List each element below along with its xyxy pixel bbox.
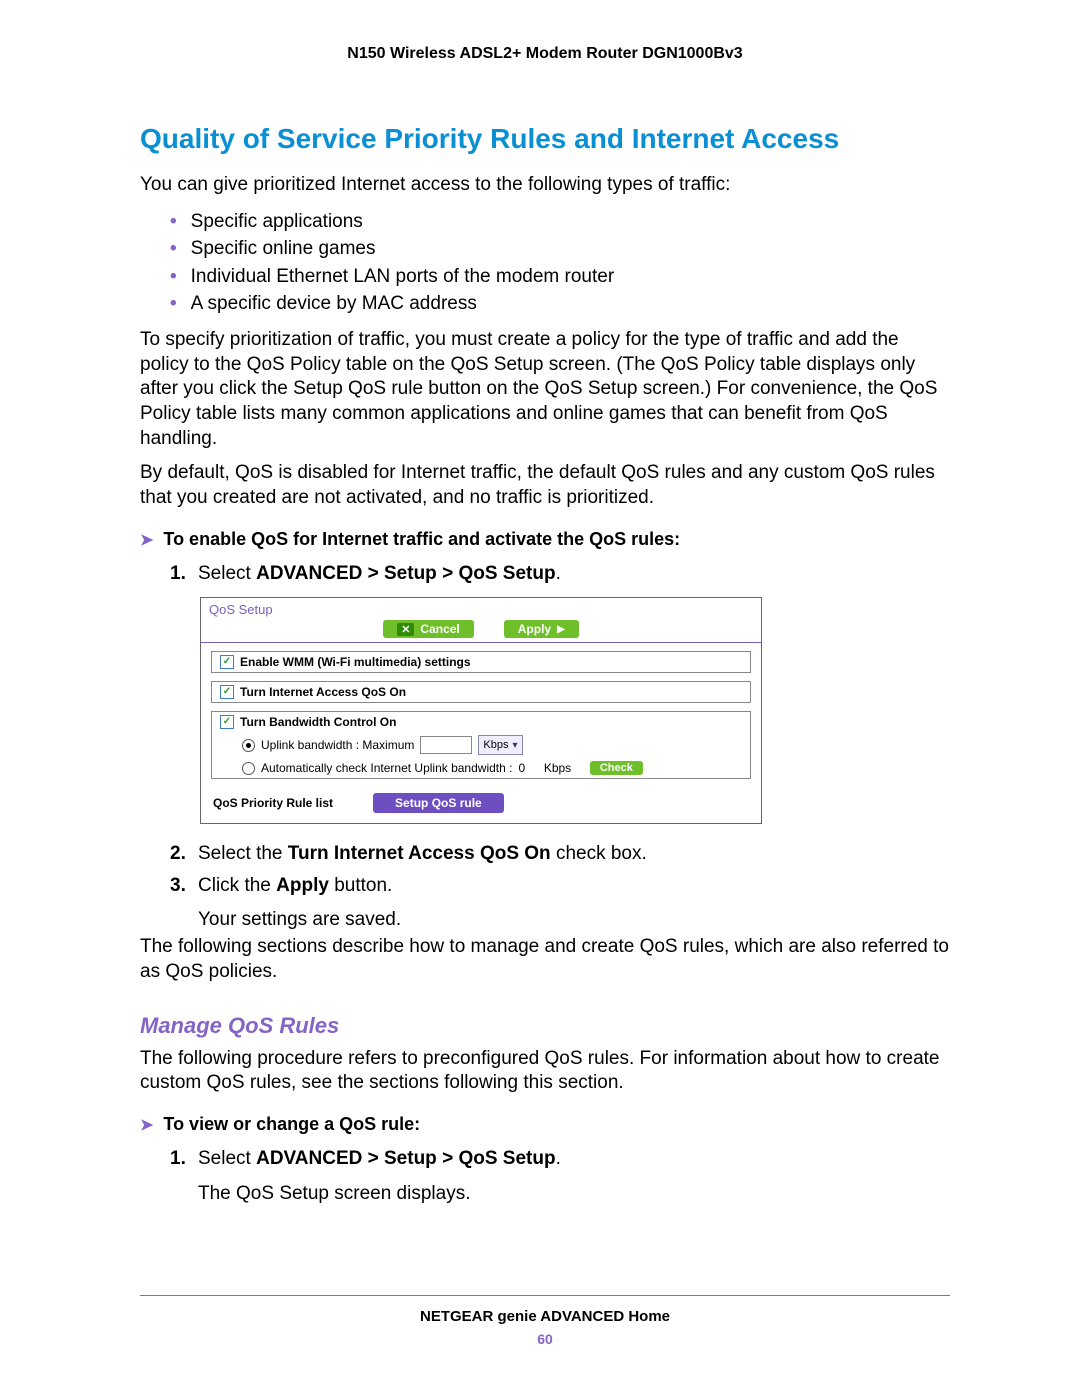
body-para: By default, QoS is disabled for Internet… <box>140 461 950 510</box>
uplink-unit-select[interactable]: Kbps ▾ <box>478 735 522 755</box>
figure-toolbar: ✕ Cancel Apply ▶ <box>209 620 753 642</box>
list-item: A specific device by MAC address <box>170 290 950 318</box>
step: Select ADVANCED > Setup > QoS Setup. <box>170 1145 950 1173</box>
footer-divider <box>140 1295 950 1296</box>
setup-qos-rule-button[interactable]: Setup QoS rule <box>373 793 504 813</box>
page-number: 60 <box>140 1331 950 1347</box>
check-button[interactable]: Check <box>590 761 643 775</box>
cancel-button[interactable]: ✕ Cancel <box>383 620 474 638</box>
uplink-radio[interactable] <box>242 739 255 752</box>
internet-qos-checkbox[interactable]: ✓ <box>220 685 234 699</box>
body-para: The following procedure refers to precon… <box>140 1047 950 1096</box>
step-text: Select <box>198 563 256 584</box>
arrow-icon: ➤ <box>140 1117 153 1134</box>
uplink-label: Uplink bandwidth : Maximum <box>261 738 414 752</box>
chevron-right-icon: ▶ <box>557 624 565 635</box>
procedure-steps-cont: Select the Turn Internet Access QoS On c… <box>170 840 950 899</box>
step-text: . <box>556 1148 561 1169</box>
step: Select the Turn Internet Access QoS On c… <box>170 840 950 868</box>
step-substep: Your settings are saved. <box>198 909 950 931</box>
step-text: button. <box>329 875 392 896</box>
list-item: Specific applications <box>170 208 950 236</box>
procedure-heading: ➤ To enable QoS for Internet traffic and … <box>140 529 950 550</box>
procedure-title: To enable QoS for Internet traffic and a… <box>163 529 680 549</box>
list-item: Specific online games <box>170 235 950 263</box>
doc-header: N150 Wireless ADSL2+ Modem Router DGN100… <box>140 45 950 63</box>
step-bold: ADVANCED > Setup > QoS Setup <box>256 1148 555 1169</box>
procedure-steps: Select ADVANCED > Setup > QoS Setup. <box>170 560 950 588</box>
chevron-down-icon: ▾ <box>512 740 517 751</box>
cancel-label: Cancel <box>420 622 459 636</box>
qos-setup-figure: QoS Setup ✕ Cancel Apply ▶ ✓ Enable WMM … <box>200 597 762 824</box>
step-text: . <box>556 563 561 584</box>
internet-qos-label: Turn Internet Access QoS On <box>240 685 406 699</box>
section-heading: Manage QoS Rules <box>140 1013 950 1039</box>
uplink-input[interactable] <box>420 736 472 754</box>
procedure-title: To view or change a QoS rule: <box>163 1114 420 1134</box>
arrow-icon: ➤ <box>140 532 153 549</box>
figure-bottom-row: QoS Priority Rule list Setup QoS rule <box>201 787 761 823</box>
rule-list-label: QoS Priority Rule list <box>213 796 333 810</box>
procedure-heading: ➤ To view or change a QoS rule: <box>140 1114 950 1135</box>
bw-control-label: Turn Bandwidth Control On <box>240 715 396 729</box>
bandwidth-section: ✓ Turn Bandwidth Control On Uplink bandw… <box>211 711 751 779</box>
page-footer: NETGEAR genie ADVANCED Home 60 <box>140 1295 950 1347</box>
bw-control-checkbox[interactable]: ✓ <box>220 715 234 729</box>
auto-label: Automatically check Internet Uplink band… <box>261 761 512 775</box>
step-text: Click the <box>198 875 276 896</box>
wmm-checkbox[interactable]: ✓ <box>220 655 234 669</box>
traffic-types-list: Specific applications Specific online ga… <box>170 208 950 318</box>
list-item: Individual Ethernet LAN ports of the mod… <box>170 263 950 291</box>
footer-title: NETGEAR genie ADVANCED Home <box>140 1308 950 1325</box>
step-substep: The QoS Setup screen displays. <box>198 1183 950 1205</box>
auto-unit: Kbps <box>544 761 571 775</box>
step-bold: ADVANCED > Setup > QoS Setup <box>256 563 555 584</box>
step: Click the Apply button. <box>170 872 950 900</box>
step-text: check box. <box>551 843 647 864</box>
step-bold: Turn Internet Access QoS On <box>288 843 551 864</box>
procedure-steps: Select ADVANCED > Setup > QoS Setup. <box>170 1145 950 1173</box>
apply-label: Apply <box>518 622 551 636</box>
auto-value: 0 <box>518 761 525 775</box>
internet-qos-section: ✓ Turn Internet Access QoS On <box>211 681 751 703</box>
step-text: Select the <box>198 843 288 864</box>
figure-titlebar: QoS Setup ✕ Cancel Apply ▶ <box>201 598 761 643</box>
wmm-label: Enable WMM (Wi-Fi multimedia) settings <box>240 655 471 669</box>
wmm-section: ✓ Enable WMM (Wi-Fi multimedia) settings <box>211 651 751 673</box>
figure-title: QoS Setup <box>209 602 753 620</box>
body-para: The following sections describe how to m… <box>140 935 950 984</box>
body-para: To specify prioritization of traffic, yo… <box>140 328 950 451</box>
apply-button[interactable]: Apply ▶ <box>504 620 579 638</box>
step-bold: Apply <box>276 875 329 896</box>
step-text: Select <box>198 1148 256 1169</box>
auto-radio[interactable] <box>242 762 255 775</box>
intro-para: You can give prioritized Internet access… <box>140 173 950 198</box>
step: Select ADVANCED > Setup > QoS Setup. <box>170 560 950 588</box>
page-title: Quality of Service Priority Rules and In… <box>140 123 950 155</box>
uplink-unit: Kbps <box>483 739 508 751</box>
close-icon: ✕ <box>397 623 414 636</box>
